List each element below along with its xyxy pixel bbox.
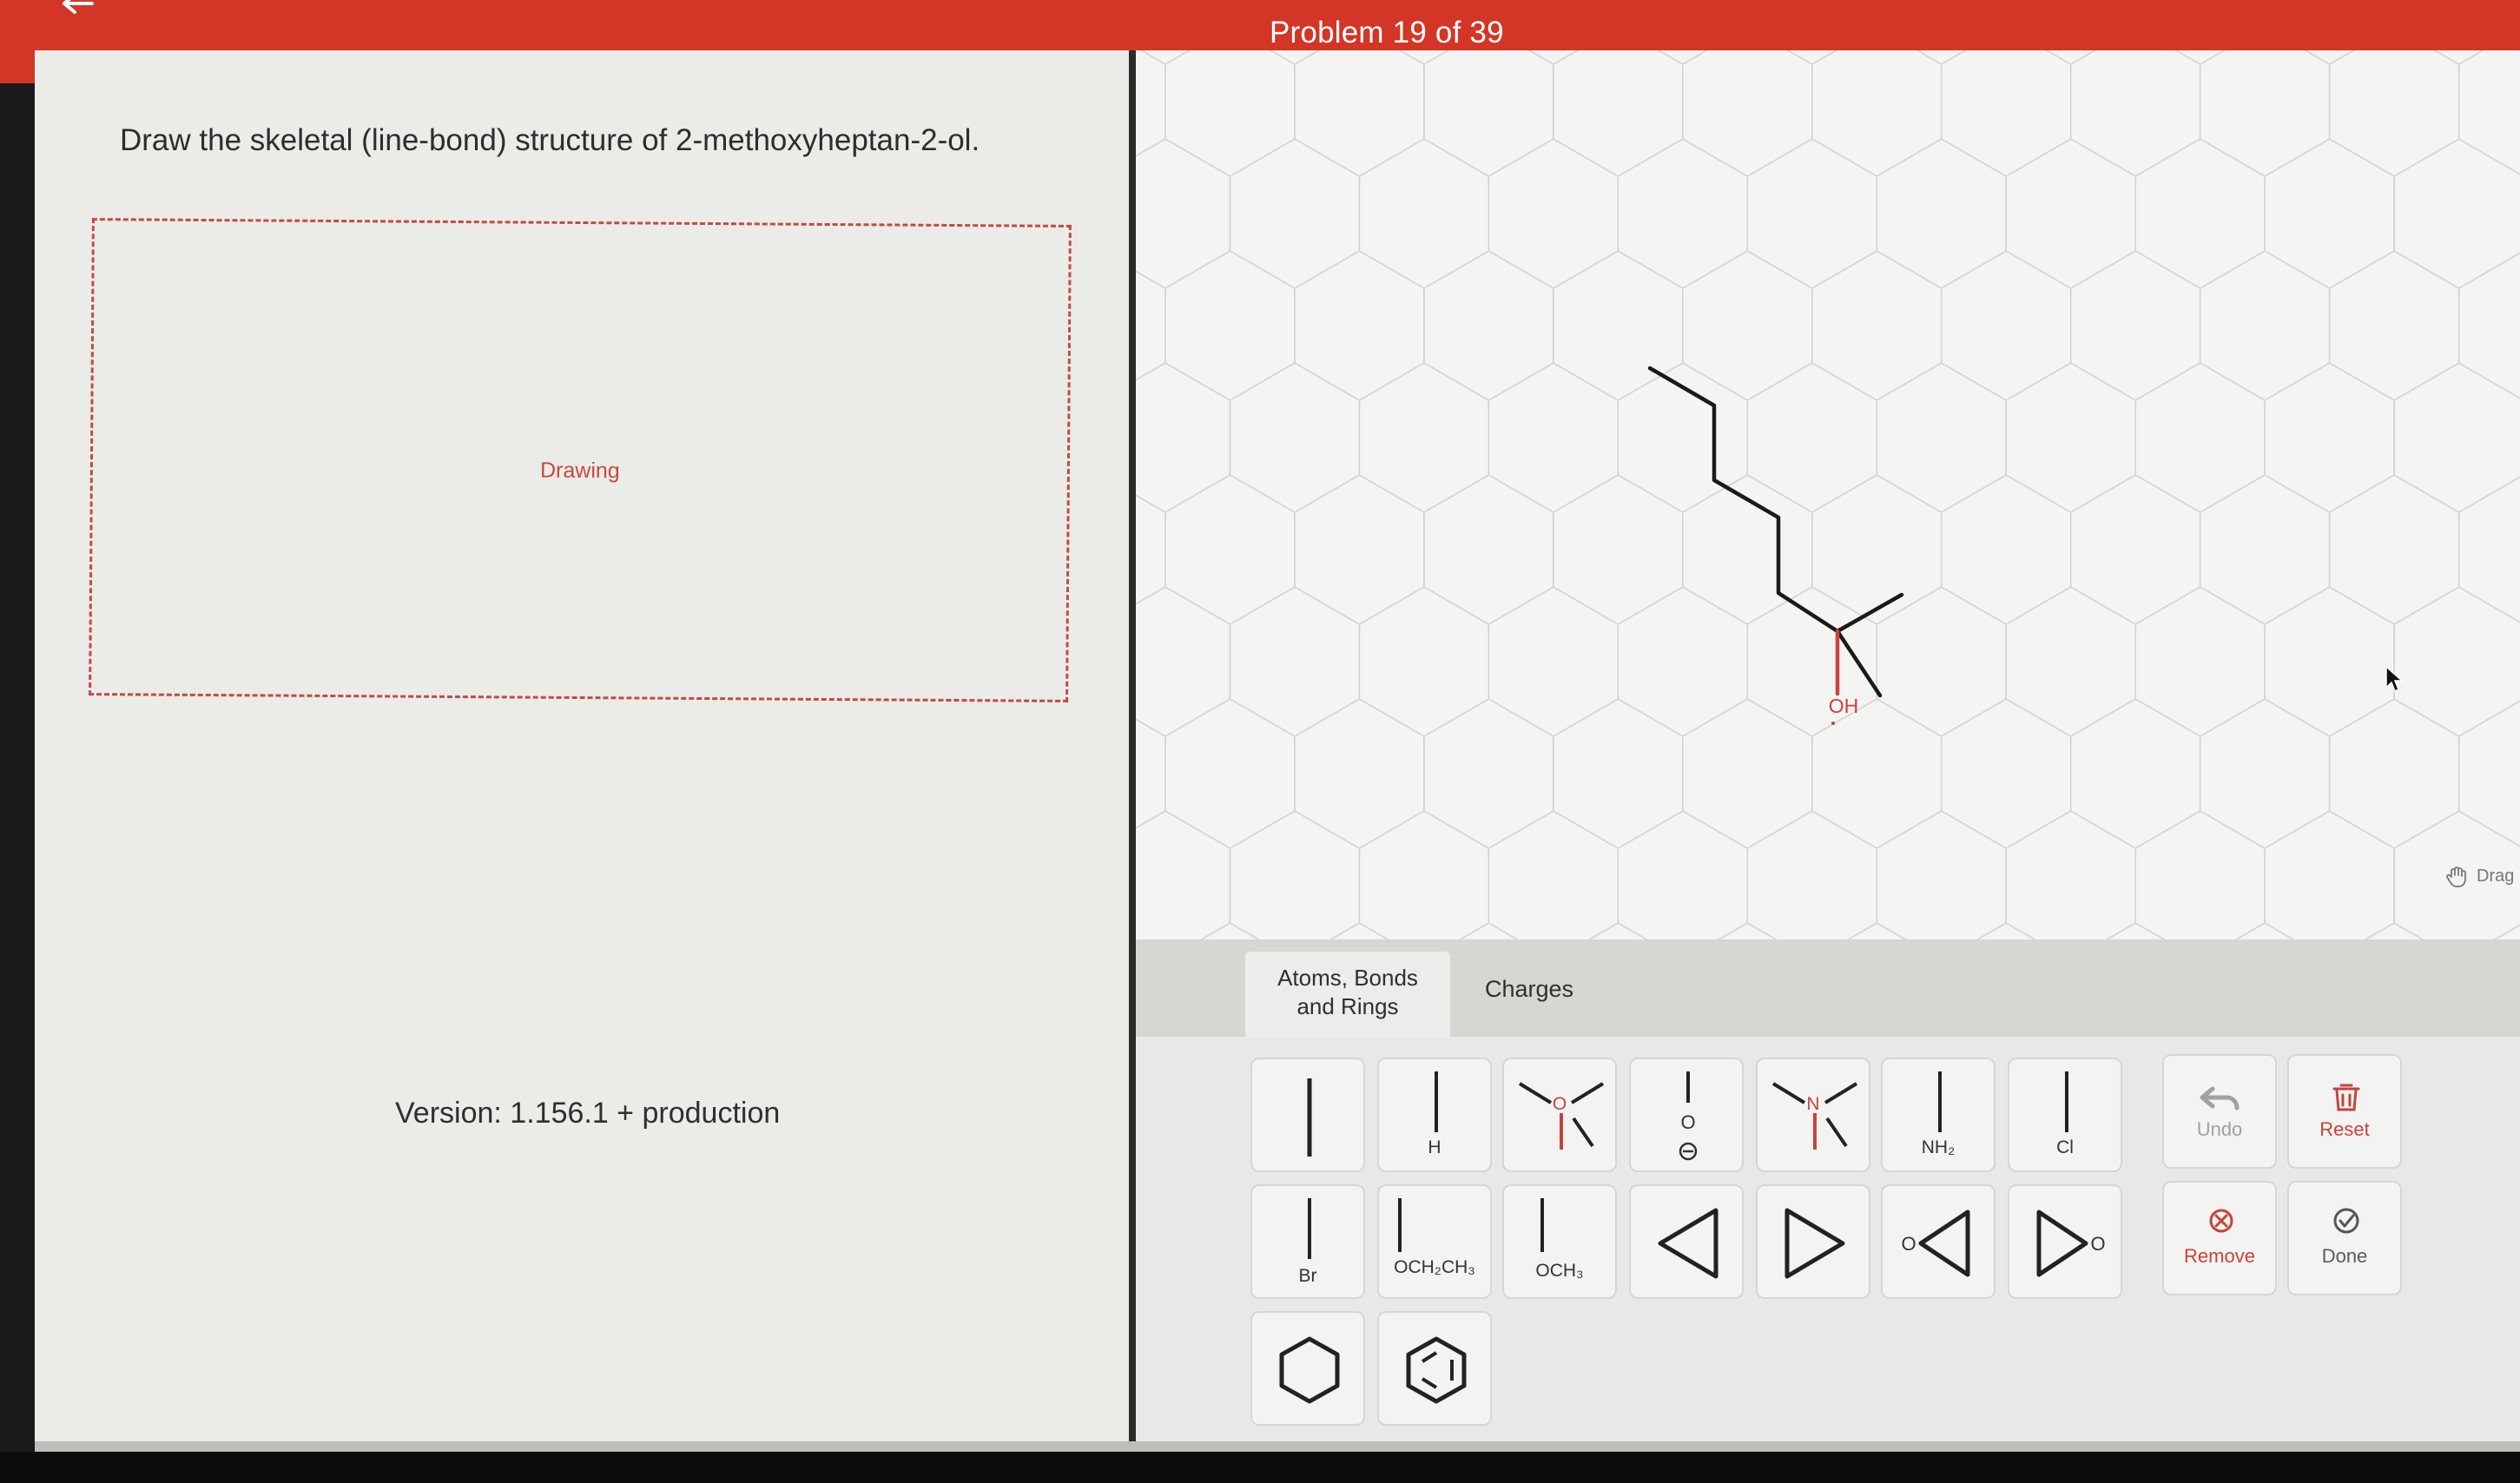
- oxygen-icon: [1518, 1082, 1605, 1150]
- hydrogen-tool[interactable]: H: [1377, 1058, 1492, 1172]
- amine-label: NH₂: [1921, 1137, 1956, 1157]
- tab-atoms-bonds-rings[interactable]: Atoms, Bonds and Rings: [1245, 952, 1450, 1038]
- reset-button[interactable]: Reset: [2287, 1054, 2402, 1169]
- bond-icon: [1540, 1198, 1544, 1252]
- nitrogen-icon: [1771, 1082, 1858, 1150]
- question-panel: Draw the skeletal (line-bond) structure …: [35, 50, 1132, 1452]
- undo-button[interactable]: Undo: [2162, 1054, 2277, 1169]
- drawing-label: Drawing: [539, 458, 620, 484]
- panel-divider: [1129, 50, 1136, 1452]
- bromine-tool[interactable]: Br: [1250, 1184, 1365, 1299]
- screen: Problem 19 of 39 Draw the skeletal (line…: [0, 0, 2520, 1483]
- wedge-left-icon: [1658, 1208, 1718, 1279]
- single-bond-icon: [1307, 1078, 1312, 1157]
- done-button[interactable]: Done: [2287, 1181, 2402, 1295]
- benzene-tool[interactable]: [1377, 1311, 1492, 1426]
- drawing-canvas[interactable]: OH: [1136, 50, 2520, 942]
- molecule-structure[interactable]: OH: [1136, 50, 2520, 942]
- drag-control[interactable]: Drag: [2445, 864, 2514, 888]
- benzene-icon: [1406, 1336, 1467, 1404]
- page-title: Problem 19 of 39: [1270, 16, 1504, 49]
- wedge-left-tool[interactable]: [1629, 1184, 1744, 1299]
- oxygen-label: O: [1552, 1094, 1567, 1114]
- wedge-right-oxygen-tool[interactable]: O: [2008, 1184, 2122, 1299]
- mouse-cursor-icon: [2385, 665, 2404, 693]
- ethoxy-label: OCH₂CH₃: [1394, 1257, 1475, 1277]
- oh-label: OH: [1829, 695, 1859, 717]
- tab-label-line-2: and Rings: [1296, 993, 1399, 1019]
- question-text: Draw the skeletal (line-bond) structure …: [120, 123, 980, 157]
- atom-dot: [1831, 722, 1835, 725]
- checkmark-icon: [2333, 1208, 2359, 1234]
- carbon-chain: [1647, 366, 1904, 634]
- oxide-anion-tool[interactable]: O: [1629, 1058, 1744, 1172]
- wedge-right-icon: [1784, 1208, 1845, 1279]
- drawing-preview-box[interactable]: Drawing: [89, 218, 1072, 702]
- trash-icon: [2332, 1084, 2360, 1111]
- drag-label: Drag: [2477, 866, 2515, 886]
- wedge-right-tool[interactable]: [1756, 1184, 1870, 1299]
- methoxy-label: OCH₃: [1535, 1261, 1584, 1281]
- ethoxy-tool[interactable]: OCH₂CH₃: [1377, 1184, 1492, 1299]
- remove-label: Remove: [2184, 1245, 2255, 1267]
- nitrogen-label: N: [1806, 1094, 1820, 1114]
- cyclohexane-icon: [1279, 1336, 1340, 1404]
- cyclohexane-tool[interactable]: [1250, 1311, 1365, 1426]
- methoxy-tool[interactable]: OCH₃: [1502, 1184, 1617, 1299]
- monitor-bottom-bezel: [0, 1452, 2520, 1483]
- chlorine-tool[interactable]: Cl: [2008, 1058, 2122, 1172]
- single-bond-tool[interactable]: [1250, 1058, 1365, 1172]
- done-label: Done: [2321, 1245, 2368, 1267]
- wedge-left-oxygen-tool[interactable]: O: [1881, 1184, 1996, 1299]
- chlorine-label: Cl: [2056, 1137, 2074, 1157]
- remove-icon: [2209, 1209, 2233, 1233]
- bond-icon: [1398, 1198, 1402, 1252]
- undo-icon: [2200, 1086, 2240, 1111]
- hand-icon: [2446, 867, 2466, 887]
- tab-charges[interactable]: Charges: [1485, 976, 1573, 1003]
- monitor-bezel: [0, 0, 38, 1483]
- oxide-anion-icon: O: [1679, 1071, 1698, 1161]
- svg-text:O: O: [2090, 1233, 2105, 1255]
- svg-text:O: O: [1901, 1233, 1916, 1255]
- reset-label: Reset: [2319, 1118, 2370, 1140]
- tab-label-line-1: Atoms, Bonds: [1277, 965, 1418, 991]
- hydrogen-label: H: [1428, 1137, 1441, 1157]
- methyl-bond: [1835, 629, 1883, 698]
- nitrogen-tool[interactable]: N: [1756, 1058, 1870, 1172]
- oxygen-tool[interactable]: O: [1502, 1058, 1617, 1172]
- undo-label: Undo: [2196, 1118, 2243, 1140]
- version-text: Version: 1.156.1 + production: [395, 1097, 781, 1130]
- remove-button[interactable]: Remove: [2162, 1181, 2277, 1295]
- bromine-label: Br: [1298, 1266, 1317, 1286]
- svg-text:O: O: [1680, 1111, 1695, 1133]
- amine-tool[interactable]: NH₂: [1881, 1058, 1996, 1172]
- wedge-left-oxygen-icon: O: [1901, 1209, 1970, 1277]
- back-arrow-icon[interactable]: [57, 0, 97, 17]
- wedge-right-oxygen-icon: O: [2036, 1209, 2106, 1277]
